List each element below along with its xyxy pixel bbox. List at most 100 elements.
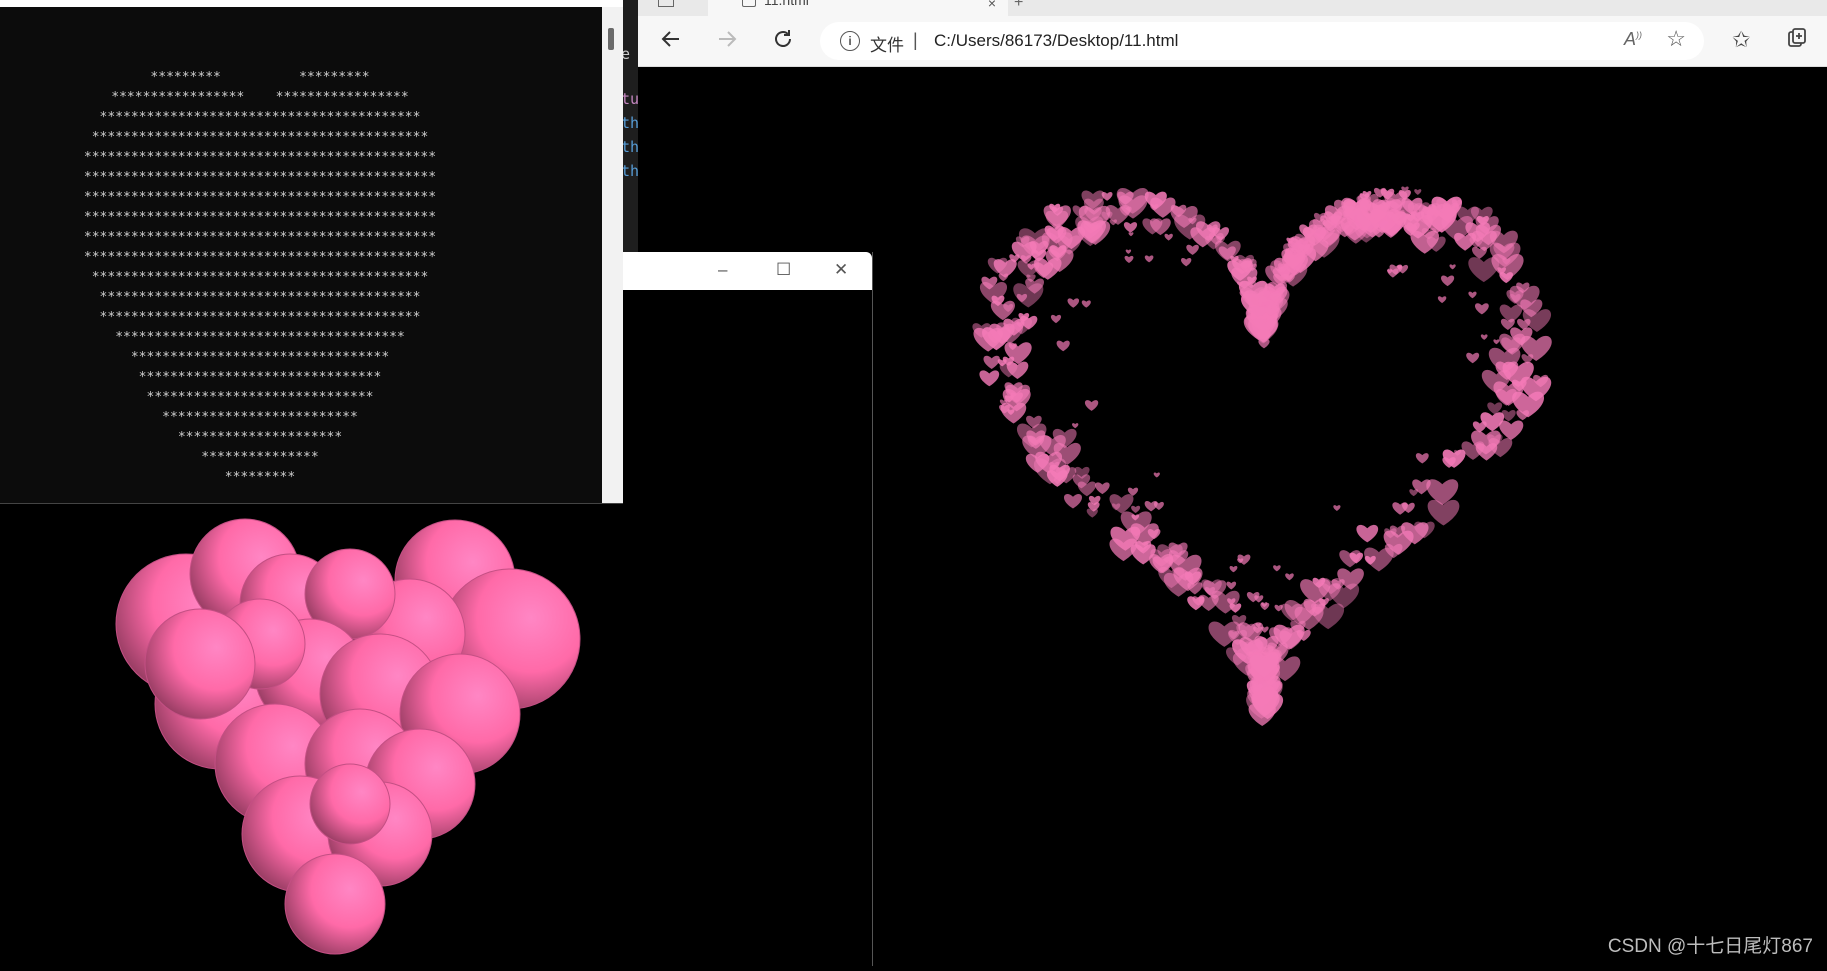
address-bar[interactable]: i 文件 | C:/Users/86173/Desktop/11.html A)… [820, 22, 1704, 60]
heart-particle [1499, 420, 1524, 441]
editor-line: th [621, 138, 638, 156]
console-line: ****************************************… [99, 310, 421, 325]
blank-window-titlebar[interactable]: – ☐ ✕ [616, 252, 872, 290]
address-file-label: 文件 [870, 36, 904, 55]
heart-particle [1414, 189, 1422, 195]
heart-particle-inner [1273, 565, 1281, 572]
refresh-icon [775, 30, 791, 47]
heart-particle-inner [1125, 249, 1132, 254]
heart-particle-inner [1081, 300, 1091, 308]
heart-particle [1339, 550, 1361, 568]
tab-strip: 11.html × + [624, 0, 1827, 16]
heart-particle-inner [1124, 255, 1134, 264]
new-tab-button[interactable]: + [1014, 0, 1023, 12]
blank-window: – ☐ ✕ [616, 252, 873, 966]
editor-line: th [621, 162, 638, 180]
forward-button[interactable] [714, 28, 740, 54]
console-line: ******************************* [138, 370, 382, 385]
collections-glyph-icon [1788, 28, 1806, 47]
console-line: ****************************************… [83, 210, 437, 225]
console-line: ****************************************… [99, 110, 421, 125]
blob-cell [144, 608, 256, 720]
heart-particle [1472, 246, 1487, 259]
address-url[interactable]: C:/Users/86173/Desktop/11.html [934, 31, 1178, 51]
heart-particle [1409, 489, 1419, 497]
heart-particle-inner [1144, 255, 1154, 263]
console-line: ************************************* [115, 330, 405, 345]
read-aloud-icon[interactable]: A)) [1624, 29, 1642, 50]
browser-toolbar: i 文件 | C:/Users/86173/Desktop/11.html A)… [624, 16, 1827, 67]
heart-particle-inner [1449, 264, 1456, 270]
heart-particle-inner [1466, 352, 1480, 364]
forward-arrow-icon [719, 31, 737, 47]
blob-cell [309, 763, 391, 845]
console-line: ***************************** [146, 390, 374, 405]
console-line: ****************************************… [83, 230, 437, 245]
address-separator: | [913, 30, 918, 50]
heart-particle-inner [1437, 296, 1447, 304]
page-icon [742, 0, 756, 7]
tab-actions-icon[interactable] [658, 0, 674, 7]
info-icon[interactable]: i [840, 31, 860, 51]
heart-particle [979, 370, 1000, 387]
editor-line: th [621, 114, 638, 132]
console-line: ****************************************… [91, 130, 429, 145]
back-button[interactable] [658, 28, 684, 54]
console-line: ********************************* [130, 350, 390, 365]
blob-cell [284, 853, 386, 955]
heart-particle [1356, 524, 1379, 543]
heart-particle-inner [1285, 573, 1294, 581]
heart-particle-inner [1415, 453, 1429, 464]
minimize-button[interactable]: – [718, 260, 727, 280]
console-line: ****************************************… [83, 170, 437, 185]
console-scrollbar[interactable] [602, 7, 623, 503]
collections-icon[interactable] [1786, 27, 1808, 55]
back-arrow-icon [661, 31, 679, 47]
console-scrollbar-thumb[interactable] [608, 28, 614, 50]
tab-title: 11.html [764, 0, 809, 8]
refresh-button[interactable] [770, 28, 796, 54]
heart-particle-inner [1050, 314, 1062, 324]
maximize-button[interactable]: ☐ [776, 260, 791, 280]
console-output: ********* ********* ***************** ***… [0, 68, 520, 488]
heart-particle-inner [1186, 244, 1199, 255]
console-line: ********* ********* [150, 70, 370, 85]
console-line: ****************************************… [83, 250, 437, 265]
favorites-icon[interactable]: ✩ [1732, 27, 1750, 53]
heart-particle-inner [1474, 303, 1489, 315]
console-line: ***************** ***************** [111, 90, 409, 105]
heart-particle [983, 355, 1000, 370]
heart-particle-inner [1056, 340, 1070, 352]
heart-particle-inner [1226, 581, 1237, 590]
heart-particle-inner [1181, 258, 1192, 267]
console-titlebar-edge [0, 0, 623, 7]
tab-active[interactable]: 11.html × [708, 0, 1008, 16]
console-line: ****************************************… [99, 290, 421, 305]
heart-particle-inner [1128, 232, 1134, 237]
heart-particle [1131, 505, 1141, 514]
editor-line: tu [621, 90, 638, 108]
heart-particle-inner [1229, 565, 1238, 573]
heart-particle [990, 300, 1015, 321]
console-line: ****************************************… [83, 190, 437, 205]
console-line: ********************* [177, 430, 343, 445]
console-line: ****************************************… [83, 150, 437, 165]
heart-particle-inner [1333, 505, 1341, 511]
heart-particle-inner [1084, 400, 1099, 411]
blob-heart [115, 518, 581, 955]
console-line: ********* [224, 470, 296, 485]
heart-particle-inner [1072, 423, 1079, 429]
heart-particle [1095, 482, 1110, 495]
tab-close-icon[interactable]: × [988, 0, 996, 11]
heart-particle-inner [1493, 339, 1500, 345]
heart-particle-inner [1260, 626, 1269, 633]
add-favorite-icon[interactable]: ☆ [1666, 26, 1686, 52]
console-line: ****************************************… [91, 270, 429, 285]
heart-particle [1392, 502, 1408, 515]
heart-particle [1123, 222, 1138, 233]
watermark: CSDN @十七日尾灯867 [1607, 936, 1813, 957]
close-button[interactable]: ✕ [834, 260, 848, 280]
heart-particle-inner [1468, 291, 1477, 299]
heart-particle-inner [1153, 501, 1164, 510]
heart-particle-inner [1441, 275, 1455, 287]
